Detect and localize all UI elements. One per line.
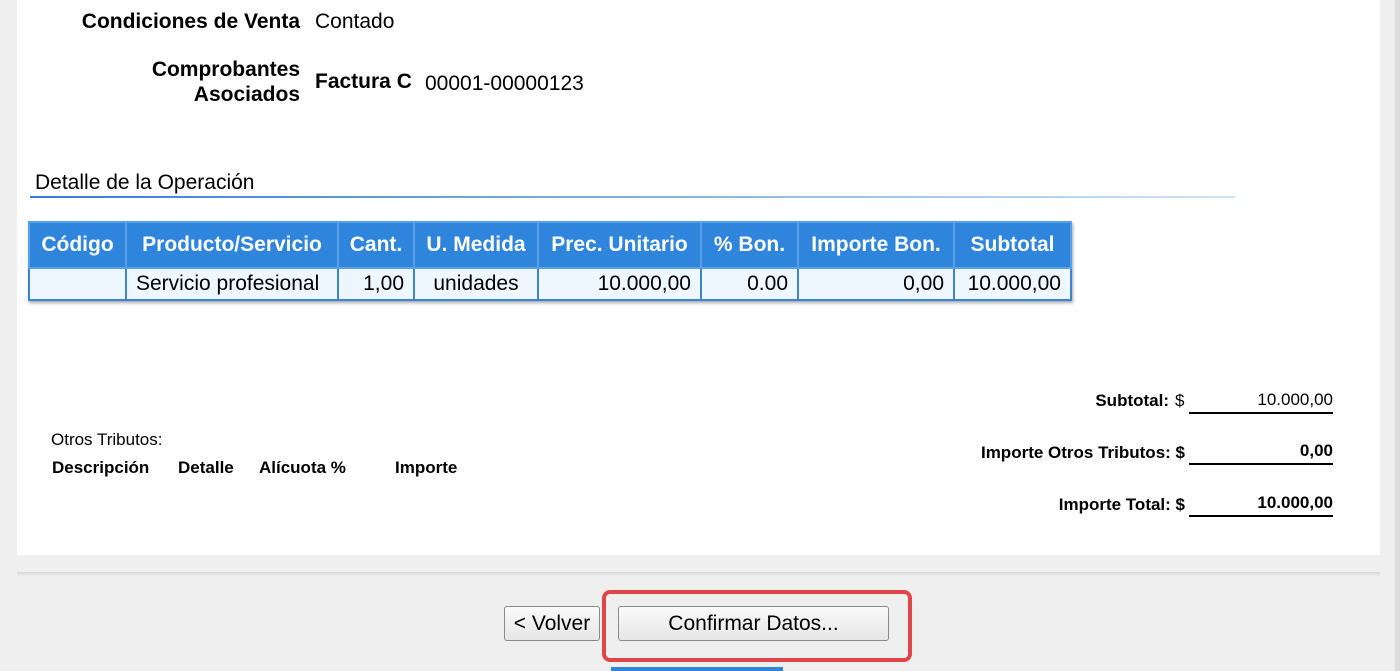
window-edge (1395, 0, 1400, 671)
col-unidad: U. Medida (413, 221, 539, 269)
cell-producto: Servicio profesional (125, 267, 339, 301)
otros-col-descripcion: Descripción (52, 458, 150, 477)
cell-codigo (28, 267, 127, 301)
detalle-table: Código Producto/Servicio Cant. U. Medida… (28, 221, 1072, 301)
col-precio: Prec. Unitario (537, 221, 702, 269)
cell-unidad: unidades (413, 267, 539, 301)
table-row: Servicio profesional 1,00 unidades 10.00… (28, 267, 1072, 301)
focus-indicator (611, 667, 783, 671)
subtotal-currency: $ (1175, 391, 1185, 410)
col-bonificacion: % Bon. (700, 221, 799, 269)
importe-total-value: 10.000,00 (1189, 493, 1333, 517)
cell-importe-bon: 0,00 (797, 267, 955, 301)
otros-tributos-label: Importe Otros Tributos: $ (980, 443, 1185, 462)
comprobante-tipo: Factura C (315, 70, 412, 93)
cell-bonificacion: 0.00 (700, 267, 799, 301)
detalle-title: Detalle de la Operación (35, 171, 255, 194)
otros-col-detalle: Detalle (178, 458, 234, 477)
comprobante-numero: 00001-00000123 (425, 72, 584, 95)
card-shadow (17, 572, 1380, 576)
comprobantes-label-line2: Asociados (193, 83, 300, 106)
otros-tributos-value: 0,00 (1189, 441, 1333, 465)
cell-cantidad: 1,00 (337, 267, 415, 301)
col-importe-bon: Importe Bon. (797, 221, 955, 269)
comprobantes-label-line1: Comprobantes (151, 58, 300, 81)
col-subtotal: Subtotal (953, 221, 1072, 269)
subtotal-value: 10.000,00 (1189, 390, 1333, 414)
otros-tributos-title: Otros Tributos: (51, 430, 163, 449)
col-cantidad: Cant. (337, 221, 415, 269)
col-codigo: Código (28, 221, 127, 269)
cell-precio: 10.000,00 (537, 267, 702, 301)
volver-button[interactable]: < Volver (504, 606, 600, 641)
condiciones-label: Condiciones de Venta (81, 10, 300, 33)
section-divider (30, 196, 1235, 198)
otros-col-importe: Importe (395, 458, 458, 477)
cell-subtotal: 10.000,00 (953, 267, 1072, 301)
highlight-annotation (602, 590, 912, 662)
detalle-header-row: Código Producto/Servicio Cant. U. Medida… (28, 221, 1072, 269)
otros-col-alicuota: Alícuota % (259, 458, 346, 477)
condiciones-value: Contado (315, 10, 395, 33)
col-producto: Producto/Servicio (125, 221, 339, 269)
subtotal-label: Subtotal: (1095, 391, 1169, 410)
importe-total-label: Importe Total: $ (1058, 495, 1185, 514)
